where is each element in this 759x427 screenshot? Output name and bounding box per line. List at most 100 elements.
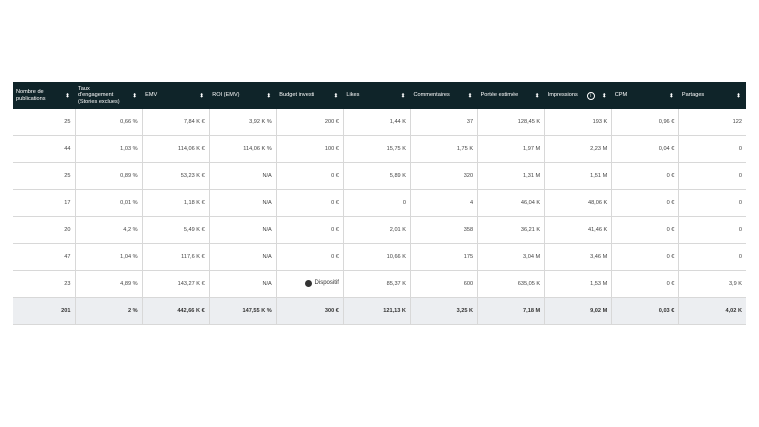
table-cell: 1,44 K: [343, 109, 411, 136]
column-label: Taux d'engagement (Stories exclues): [78, 85, 120, 105]
total-cell: 121,13 K: [343, 297, 411, 325]
sort-icon[interactable]: ⬍: [199, 92, 204, 99]
table-cell: 5,49 K €: [142, 216, 210, 244]
dispositif-icon: [304, 279, 312, 287]
table-cell: 5,89 K: [343, 162, 411, 190]
total-cell: 147,55 K %: [209, 297, 277, 325]
table-cell: 25: [13, 109, 76, 136]
header-row: Nombre de publications ⬍ Taux d'engagement…: [13, 82, 746, 109]
table-cell: N/A: [209, 270, 277, 298]
table-cell: 117,6 K €: [142, 243, 210, 271]
column-label: EMV: [145, 92, 158, 99]
column-header[interactable]: Portée estimée ⬍: [477, 82, 545, 109]
table-cell: 25: [13, 162, 76, 190]
sort-icon[interactable]: ⬍: [468, 92, 473, 99]
table-cell: 200 €: [276, 109, 344, 136]
table-cell: 1,53 M: [544, 270, 613, 298]
metrics-table: Nombre de publications ⬍ Taux d'engagement…: [13, 82, 746, 325]
column-header[interactable]: EMV ⬍: [142, 82, 210, 109]
sort-icon[interactable]: ⬍: [65, 92, 70, 99]
total-cell: 3,25 K: [410, 297, 479, 325]
table-cell: 23: [13, 270, 76, 298]
sort-icon[interactable]: ⬍: [266, 92, 271, 99]
table-cell: 41,46 K: [544, 216, 613, 244]
total-cell: 2 %: [75, 297, 143, 325]
column-header[interactable]: Budget investi ⬍: [276, 82, 344, 109]
table-cell: 0: [678, 162, 746, 190]
table-cell: 15,75 K: [343, 135, 411, 163]
table-cell: 0 €: [276, 216, 344, 244]
table-cell: N/A: [209, 243, 277, 271]
sort-icon[interactable]: ⬍: [602, 92, 607, 99]
sort-icon[interactable]: ⬍: [400, 92, 405, 99]
sort-icon[interactable]: ⬍: [736, 92, 741, 99]
column-header[interactable]: Commentaires ⬍: [410, 82, 478, 109]
table-cell: 53,23 K €: [142, 162, 210, 190]
dispositif-label: Dispositif: [314, 280, 339, 286]
table-cell: 7,84 K €: [142, 109, 210, 136]
table-cell: N/A: [209, 162, 277, 190]
table-row: 25 0,66 % 7,84 K €3,92 K % 200 €1,44 K 37 128…: [13, 109, 746, 136]
column-header[interactable]: ROI (EMV) ⬍: [209, 82, 277, 109]
table-cell: 0 €: [611, 189, 680, 217]
table-cell: 1,03 %: [75, 135, 143, 163]
table-cell: 20: [13, 216, 76, 244]
table-cell: 0: [678, 216, 746, 244]
table-cell: 0,04 €: [611, 135, 680, 163]
table-cell: 100 €: [276, 135, 344, 163]
sort-icon[interactable]: ⬍: [132, 92, 137, 99]
column-label: Likes: [346, 92, 360, 99]
table-cell: 0: [678, 189, 746, 217]
column-header[interactable]: Partages ⬍: [678, 82, 746, 109]
table-cell: 0 €: [276, 189, 344, 217]
column-label: ROI (EMV): [212, 92, 240, 99]
table-cell: 2,23 M: [544, 135, 613, 163]
table-cell: 193 K: [544, 109, 613, 136]
table-cell: 3,46 M: [544, 243, 613, 271]
sort-icon[interactable]: ⬍: [669, 92, 674, 99]
column-label: Nombre de publications: [16, 89, 46, 102]
table-cell: 0,96 €: [611, 109, 680, 136]
table-cell: 600: [410, 270, 479, 298]
table-row: 44 1,03 % 114,06 K €114,06 K % 100 €15,75 K…: [13, 135, 746, 163]
column-header[interactable]: Taux d'engagement (Stories exclues) ⬍: [75, 82, 143, 109]
table-row: 25 0,89 % 53,23 K € N/A 0 €5,89 K 320 1,31 M 1,…: [13, 162, 746, 190]
column-label: Budget investi: [279, 92, 315, 99]
table-cell: 4,2 %: [75, 216, 143, 244]
table-cell: 37: [410, 109, 479, 136]
table-cell: 122: [678, 109, 746, 136]
table-cell: N/A: [209, 216, 277, 244]
table-cell: 2,01 K: [343, 216, 411, 244]
column-header[interactable]: Impressions i ⬍: [544, 82, 612, 109]
info-icon[interactable]: i: [586, 91, 595, 100]
total-cell: 0,03 €: [611, 297, 680, 325]
table-cell: 0,01 %: [75, 189, 143, 217]
sort-icon[interactable]: ⬍: [535, 92, 540, 99]
table-cell: 17: [13, 189, 76, 217]
table-cell: 0: [343, 189, 411, 217]
column-label: Impressions: [547, 92, 578, 99]
table-cell: 4,89 %: [75, 270, 143, 298]
table-cell: 128,45 K: [477, 109, 546, 136]
column-header[interactable]: CPM ⬍: [611, 82, 679, 109]
table-cell: 44: [13, 135, 76, 163]
table-cell: 175: [410, 243, 479, 271]
table-cell: 3,9 K: [678, 270, 746, 298]
table-cell: 3,92 K %: [209, 109, 277, 136]
table-cell: 3,04 M: [477, 243, 546, 271]
table-cell: 114,06 K %: [209, 135, 277, 163]
total-cell: 7,18 M: [477, 297, 546, 325]
sort-icon[interactable]: ⬍: [333, 92, 338, 99]
total-cell: 300 €: [276, 297, 344, 325]
total-cell: 201: [13, 297, 76, 325]
dispositif-badge[interactable]: Dispositif: [304, 279, 339, 287]
table-cell: N/A: [209, 189, 277, 217]
table-cell: Dispositif: [276, 270, 344, 298]
table-cell: 1,18 K €: [142, 189, 210, 217]
table-cell: 0 €: [276, 243, 344, 271]
table-cell: 36,21 K: [477, 216, 546, 244]
table-cell: 0: [678, 135, 746, 163]
column-header[interactable]: Likes ⬍: [343, 82, 411, 109]
table-cell: 0 €: [611, 216, 680, 244]
column-header[interactable]: Nombre de publications ⬍: [13, 82, 75, 109]
